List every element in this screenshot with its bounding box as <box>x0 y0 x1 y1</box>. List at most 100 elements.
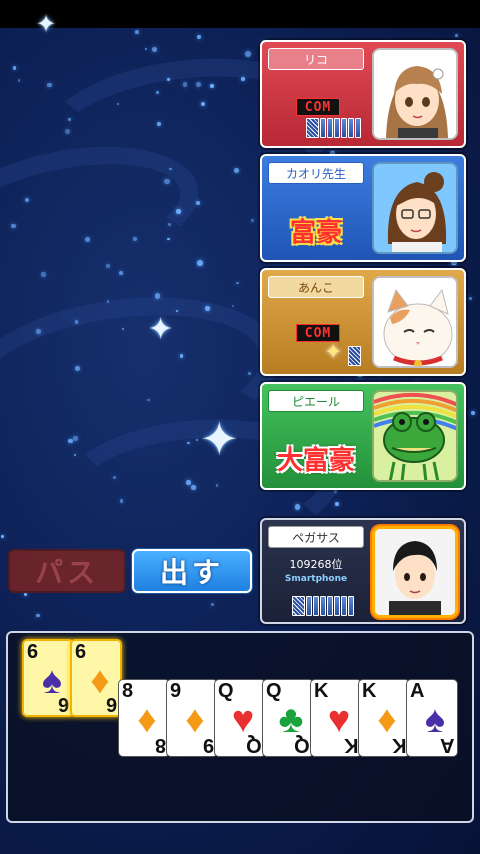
card-rank: Q <box>294 734 310 756</box>
star-dot <box>182 82 188 87</box>
player-name: リコ <box>268 48 364 70</box>
avatar <box>372 276 458 368</box>
player-panel-2[interactable]: カオリ先生 富豪 <box>260 154 466 262</box>
star-dot <box>195 200 200 205</box>
play-button[interactable]: 出す <box>132 549 252 593</box>
star-icon: ✦ <box>148 312 174 347</box>
star-dot <box>234 167 240 173</box>
star-dot <box>35 613 40 618</box>
star-dot <box>68 118 71 121</box>
star-icon: ✦ <box>36 10 57 38</box>
star-dot <box>455 34 459 38</box>
star-dot <box>244 51 251 57</box>
star-dot <box>200 102 205 107</box>
star-dot <box>41 272 46 277</box>
star-dot <box>68 438 73 444</box>
star-dot <box>333 489 338 494</box>
star-dot <box>211 603 214 606</box>
star-icon: ✦ <box>200 412 239 466</box>
status-bar <box>0 0 480 28</box>
rank-badge: 富豪 <box>289 218 342 248</box>
avatar <box>372 390 458 482</box>
star-dot <box>112 475 116 479</box>
player-panel-4[interactable]: ピエール 大富豪 <box>260 382 466 490</box>
avatar <box>372 48 458 140</box>
card-rank: 6 <box>105 693 117 715</box>
star-dot <box>152 47 158 53</box>
card-rank: 6 <box>57 693 69 715</box>
star-dot <box>191 485 196 490</box>
avatar <box>372 526 458 618</box>
star-dot <box>167 238 170 241</box>
player-panel-3[interactable]: あんこ COM ✦ <box>260 268 466 376</box>
self-player-name: ペガサス <box>268 526 364 548</box>
cards-remaining <box>292 596 354 616</box>
star-dot <box>119 498 124 503</box>
star-dot <box>469 297 472 301</box>
star-dot <box>106 264 110 268</box>
hand-card-8-diamond[interactable]: 8 ♦ 8 <box>118 679 170 757</box>
player-name: カオリ先生 <box>268 162 364 184</box>
card-rank: K <box>391 734 406 756</box>
hand-card-q-heart[interactable]: Q ♥ Q <box>214 679 266 757</box>
player-name: あんこ <box>268 276 364 298</box>
pass-button[interactable]: パス <box>8 549 126 593</box>
star-dot <box>179 353 184 358</box>
star-dot <box>471 411 476 416</box>
hand-card-k-heart[interactable]: K ♥ K <box>310 679 362 757</box>
star-dot <box>17 79 21 82</box>
star-dot <box>36 329 42 334</box>
star-dot <box>205 306 210 311</box>
star-dot <box>74 319 79 324</box>
star-dot <box>167 222 171 226</box>
star-dot <box>163 178 170 185</box>
star-dot <box>24 197 29 202</box>
player-panel-1[interactable]: リコ COM <box>260 40 466 148</box>
avatar <box>372 162 458 254</box>
self-device: Smartphone <box>284 574 348 584</box>
star-dot <box>75 366 80 371</box>
self-player-panel: ペガサス 109268位 Smartphone <box>260 518 466 624</box>
com-badge: COM <box>296 98 340 116</box>
sparkle-icon: ✦ <box>324 340 343 365</box>
star-dot <box>186 480 191 485</box>
star-dot <box>13 66 17 70</box>
star-dot <box>1 534 5 538</box>
self-ranking: 109268位 <box>289 558 343 571</box>
star-dot <box>215 484 219 487</box>
star-dot <box>119 271 124 276</box>
player-name: ピエール <box>268 390 364 412</box>
hand-card-q-club[interactable]: Q ♣ Q <box>262 679 314 757</box>
star-dot <box>241 77 245 81</box>
rank-badge: 大富豪 <box>276 446 355 476</box>
star-dot <box>236 281 239 285</box>
star-dot <box>176 209 181 214</box>
star-dot <box>47 82 52 88</box>
star-dot <box>231 305 234 308</box>
star-dot <box>144 47 148 51</box>
hand-card-a-spade[interactable]: A ♠ A <box>406 679 458 757</box>
cards-remaining <box>348 346 361 366</box>
star-dot <box>73 454 76 457</box>
hand-card-k-diamond[interactable]: K ♦ K <box>358 679 410 757</box>
star-dot <box>84 236 91 242</box>
hand-card-6-diamond[interactable]: 6 ♦ 6 <box>70 639 122 717</box>
star-dot <box>197 260 203 266</box>
star-dot <box>106 300 110 303</box>
star-dot <box>156 91 159 94</box>
cards-remaining <box>306 118 361 138</box>
card-rank: Q <box>246 734 262 756</box>
card-rank: A <box>439 734 454 756</box>
star-dot <box>135 30 139 34</box>
star-dot <box>73 436 78 441</box>
star-dot <box>334 502 339 507</box>
player-hand: 6 ♠ 6 6 ♦ 6 8 ♦ 8 9 ♦ 9 Q ♥ Q Q ♣ Q K ♥ … <box>6 631 474 823</box>
card-rank: K <box>343 734 358 756</box>
game-screen: ✦ ✦ ✦ リコ COM カオリ先生 富豪 あんこ COM ✦ ピエール 大富豪… <box>0 0 480 854</box>
hand-card-9-diamond[interactable]: 9 ♦ 9 <box>166 679 218 757</box>
card-rank: 8 <box>154 734 166 756</box>
card-rank: 9 <box>202 734 214 756</box>
star-dot <box>197 35 202 39</box>
star-dot <box>23 593 27 597</box>
hand-card-6-spade[interactable]: 6 ♠ 6 <box>22 639 74 717</box>
